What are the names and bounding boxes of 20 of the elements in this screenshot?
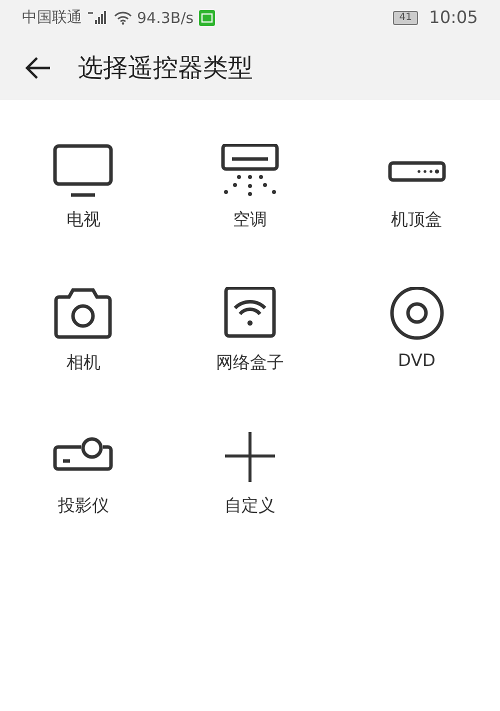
device-type-label[interactable]: 相机 [66, 351, 100, 374]
wifi-icon [114, 10, 132, 24]
back-arrow-icon[interactable] [24, 56, 52, 80]
app-notification-icon [198, 10, 215, 26]
page-title: 选择遥控器类型 [78, 52, 253, 84]
device-type-label[interactable]: DVD [398, 351, 436, 371]
tv-icon[interactable] [53, 144, 114, 198]
device-type-label[interactable]: 自定义 [224, 494, 276, 517]
device-type-label[interactable]: 网络盒子 [216, 351, 284, 374]
device-type-label[interactable]: 机顶盒 [391, 208, 442, 231]
device-type-label[interactable]: 投影仪 [58, 494, 109, 517]
carrier-name: 中国联通 [22, 8, 82, 27]
air-conditioner-icon[interactable] [220, 144, 280, 198]
camera-icon[interactable] [53, 287, 114, 341]
network-speed: 94.3B/s [137, 8, 194, 26]
device-type-label[interactable]: 电视 [66, 208, 100, 231]
battery-indicator: 41 [393, 10, 418, 24]
clock-time: 10:05 [429, 8, 478, 28]
device-type-label[interactable]: 空调 [232, 208, 267, 231]
signal-icon [87, 10, 109, 24]
